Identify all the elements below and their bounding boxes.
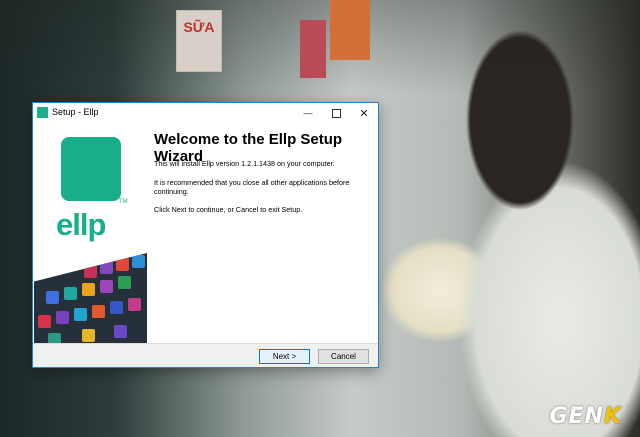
tile-icon [92,305,105,318]
tile-icon [56,311,69,324]
tile-icon [128,298,141,311]
wallpaper-shop-sign: SỮA [176,10,222,72]
minimize-button[interactable]: — [294,103,322,123]
tile-icon [118,276,131,289]
app-tiles-graphic [34,253,147,343]
next-button[interactable]: Next > [259,349,310,364]
tile-icon [48,333,61,343]
tile-icon [64,287,77,300]
watermark-text-accent: K [603,404,622,429]
tile-icon [84,265,97,278]
tile-icon [116,258,129,271]
genk-watermark: GENK [549,404,622,429]
cancel-button[interactable]: Cancel [318,349,369,364]
close-apps-recommendation-text: It is recommended that you close all oth… [154,178,350,196]
tile-icon [38,315,51,328]
wallpaper-pink-board [300,20,326,78]
footer-divider [33,343,378,344]
install-version-text: This will install Ellp version 1.2.1.143… [154,159,335,168]
title-bar[interactable]: Setup - Ellp — ✕ [33,103,378,123]
tile-icon [74,308,87,321]
ellp-logo-text: ellp [56,207,106,242]
close-button[interactable]: ✕ [350,103,378,123]
trademark-mark: TM [119,199,128,205]
tile-icon [110,301,123,314]
shop-sign-text: SỮA [183,19,215,35]
tile-icon [46,291,59,304]
window-title: Setup - Ellp [52,107,99,117]
maximize-button[interactable] [322,103,350,123]
tile-icon [82,329,95,342]
close-icon: ✕ [359,107,369,120]
wallpaper-orange-board [330,0,370,60]
continue-instructions-text: Click Next to continue, or Cancel to exi… [154,205,303,214]
minimize-icon: — [303,108,313,118]
setup-window[interactable]: Setup - Ellp — ✕ ellp TM Welcome to the … [32,102,379,368]
wizard-side-image: ellp TM [34,123,147,343]
tile-icon [82,283,95,296]
maximize-icon [331,108,341,118]
app-icon [37,107,48,118]
ellp-logo-icon [61,137,121,201]
watermark-text-main: GEN [549,404,604,429]
tile-icon [100,280,113,293]
tile-icon [132,255,145,268]
tile-icon [100,261,113,274]
tile-icon [114,325,127,338]
